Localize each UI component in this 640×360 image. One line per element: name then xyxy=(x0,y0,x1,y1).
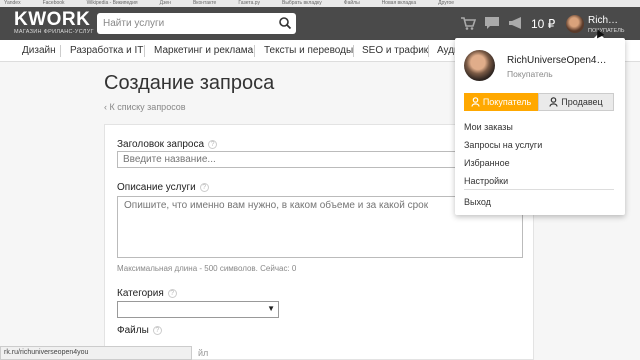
nav-divider xyxy=(254,45,255,57)
partial-text: йл xyxy=(198,348,209,358)
avatar[interactable] xyxy=(566,15,584,33)
kwork-logo[interactable]: KWORK МАГАЗИН ФРИЛАНС-УСЛУГ xyxy=(14,9,94,35)
search-icon[interactable] xyxy=(278,16,292,30)
help-icon[interactable]: ? xyxy=(152,325,162,335)
logo-text: KWORK xyxy=(14,9,91,30)
bookmark-item[interactable]: Новая вкладка xyxy=(382,0,416,7)
bookmark-item[interactable]: Yandex xyxy=(4,0,21,7)
bookmark-item[interactable]: Выбрать вкладку xyxy=(282,0,322,7)
search-placeholder: Найти услуги xyxy=(103,18,165,29)
title-label-text: Заголовок запроса xyxy=(117,139,205,150)
seller-role-button[interactable]: Продавец xyxy=(538,93,614,111)
bookmark-item[interactable]: Wikipedia - Википедия xyxy=(87,0,138,7)
menu-service-requests[interactable]: Запросы на услуги xyxy=(464,140,542,150)
site-header: KWORK МАГАЗИН ФРИЛАНС-УСЛУГ Найти услуги… xyxy=(0,7,640,40)
bookmark-item[interactable]: Вконтакте xyxy=(193,0,216,7)
buyer-role-label: Покупатель xyxy=(482,97,532,107)
page-title: Создание запроса xyxy=(104,72,275,94)
files-label: Файлы? xyxy=(117,325,162,336)
balance-amount[interactable]: 10 ₽ xyxy=(531,17,555,31)
seller-role-label: Продавец xyxy=(561,97,603,107)
help-icon[interactable]: ? xyxy=(208,139,218,149)
dropdown-user-role: Покупатель xyxy=(507,69,553,79)
chat-icon[interactable] xyxy=(484,16,500,30)
bookmark-item[interactable]: Газета.ру xyxy=(238,0,260,7)
buyer-role-button[interactable]: Покупатель xyxy=(464,93,538,111)
user-menu-dropdown: RichUniverseOpen4… Покупатель Покупатель… xyxy=(455,33,625,215)
select-arrow-icon: ▼ xyxy=(267,304,275,313)
description-label-text: Описание услуги xyxy=(117,182,196,193)
user-icon xyxy=(549,97,558,107)
dropdown-username[interactable]: RichUniverseOpen4… xyxy=(507,55,607,66)
category-select[interactable]: ▼ xyxy=(117,301,279,318)
megaphone-icon[interactable] xyxy=(508,16,524,30)
files-label-text: Файлы xyxy=(117,325,149,336)
bookmark-item[interactable]: Другое xyxy=(438,0,454,7)
header-icons xyxy=(460,16,524,30)
title-label: Заголовок запроса? xyxy=(117,139,218,150)
logo-tagline: МАГАЗИН ФРИЛАНС-УСЛУГ xyxy=(14,29,94,35)
help-icon[interactable]: ? xyxy=(167,288,177,298)
menu-logout[interactable]: Выход xyxy=(464,197,491,207)
role-switch: Покупатель Продавец xyxy=(464,93,614,111)
nav-divider xyxy=(353,45,354,57)
category-seo[interactable]: SEO и трафик xyxy=(362,45,428,56)
back-to-requests-link[interactable]: ‹ К списку запросов xyxy=(104,102,186,112)
menu-divider xyxy=(464,189,614,190)
description-hint: Максимальная длина - 500 символов. Сейча… xyxy=(117,264,297,273)
category-design[interactable]: Дизайн xyxy=(22,45,56,56)
menu-favorites[interactable]: Избранное xyxy=(464,158,510,168)
category-dev[interactable]: Разработка и IT xyxy=(70,45,143,56)
nav-divider xyxy=(428,45,429,57)
category-texts[interactable]: Тексты и переводы xyxy=(264,45,353,56)
description-label: Описание услуги? xyxy=(117,182,209,193)
help-icon[interactable]: ? xyxy=(199,182,209,192)
browser-status-url: rk.ru/richuniverseopen4you xyxy=(0,346,192,360)
bookmark-item[interactable]: Дзен xyxy=(160,0,171,7)
menu-my-orders[interactable]: Мои заказы xyxy=(464,122,513,132)
search-input[interactable]: Найти услуги xyxy=(97,13,296,34)
menu-settings[interactable]: Настройки xyxy=(464,176,508,186)
nav-divider xyxy=(144,45,145,57)
category-marketing[interactable]: Маркетинг и реклама xyxy=(154,45,253,56)
bookmark-item[interactable]: Файлы xyxy=(344,0,360,7)
avatar[interactable] xyxy=(464,50,495,81)
nav-divider xyxy=(60,45,61,57)
category-label-text: Категория xyxy=(117,288,164,299)
bookmark-item[interactable]: Facebook xyxy=(43,0,65,7)
category-label: Категория? xyxy=(117,288,177,299)
cart-icon[interactable] xyxy=(460,16,476,30)
user-icon xyxy=(471,97,480,107)
bookmarks-bar: Yandex Facebook Wikipedia - Википедия Дз… xyxy=(0,0,640,7)
header-username[interactable]: Rich… xyxy=(588,15,618,26)
